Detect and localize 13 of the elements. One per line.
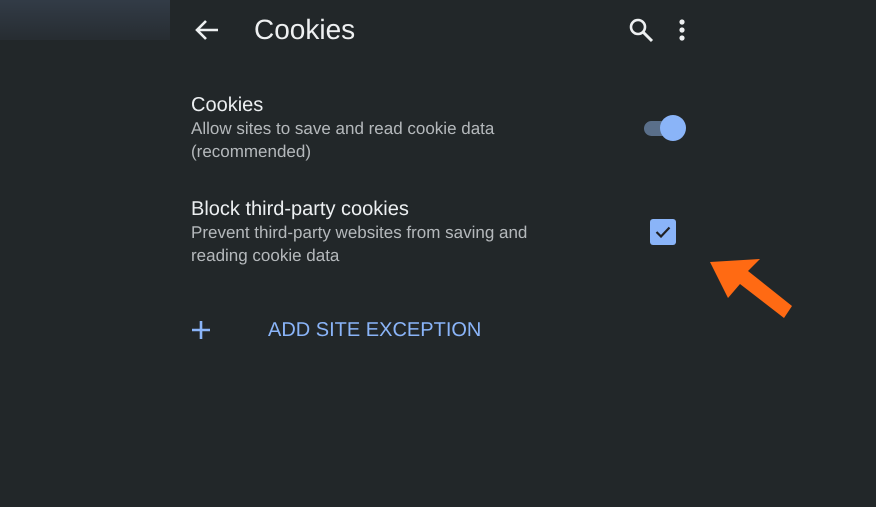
plus-icon [191, 320, 211, 340]
setting-title: Block third-party cookies [191, 197, 410, 221]
page-title: Cookies [254, 13, 356, 47]
search-button[interactable] [628, 17, 654, 43]
more-options-button[interactable] [678, 18, 686, 42]
checkmark-icon [655, 226, 671, 238]
add-site-exception-button[interactable]: ADD SITE EXCEPTION [268, 315, 482, 345]
toggle-switch[interactable] [642, 115, 686, 141]
setting-title: Cookies [191, 93, 264, 117]
back-button[interactable] [194, 19, 220, 41]
setting-description: Prevent third-party websites from saving and reading cookie data [191, 222, 528, 267]
setting-description: Allow sites to save and read cookie data (recommended) [191, 118, 496, 163]
checked-checkbox[interactable] [650, 219, 676, 245]
